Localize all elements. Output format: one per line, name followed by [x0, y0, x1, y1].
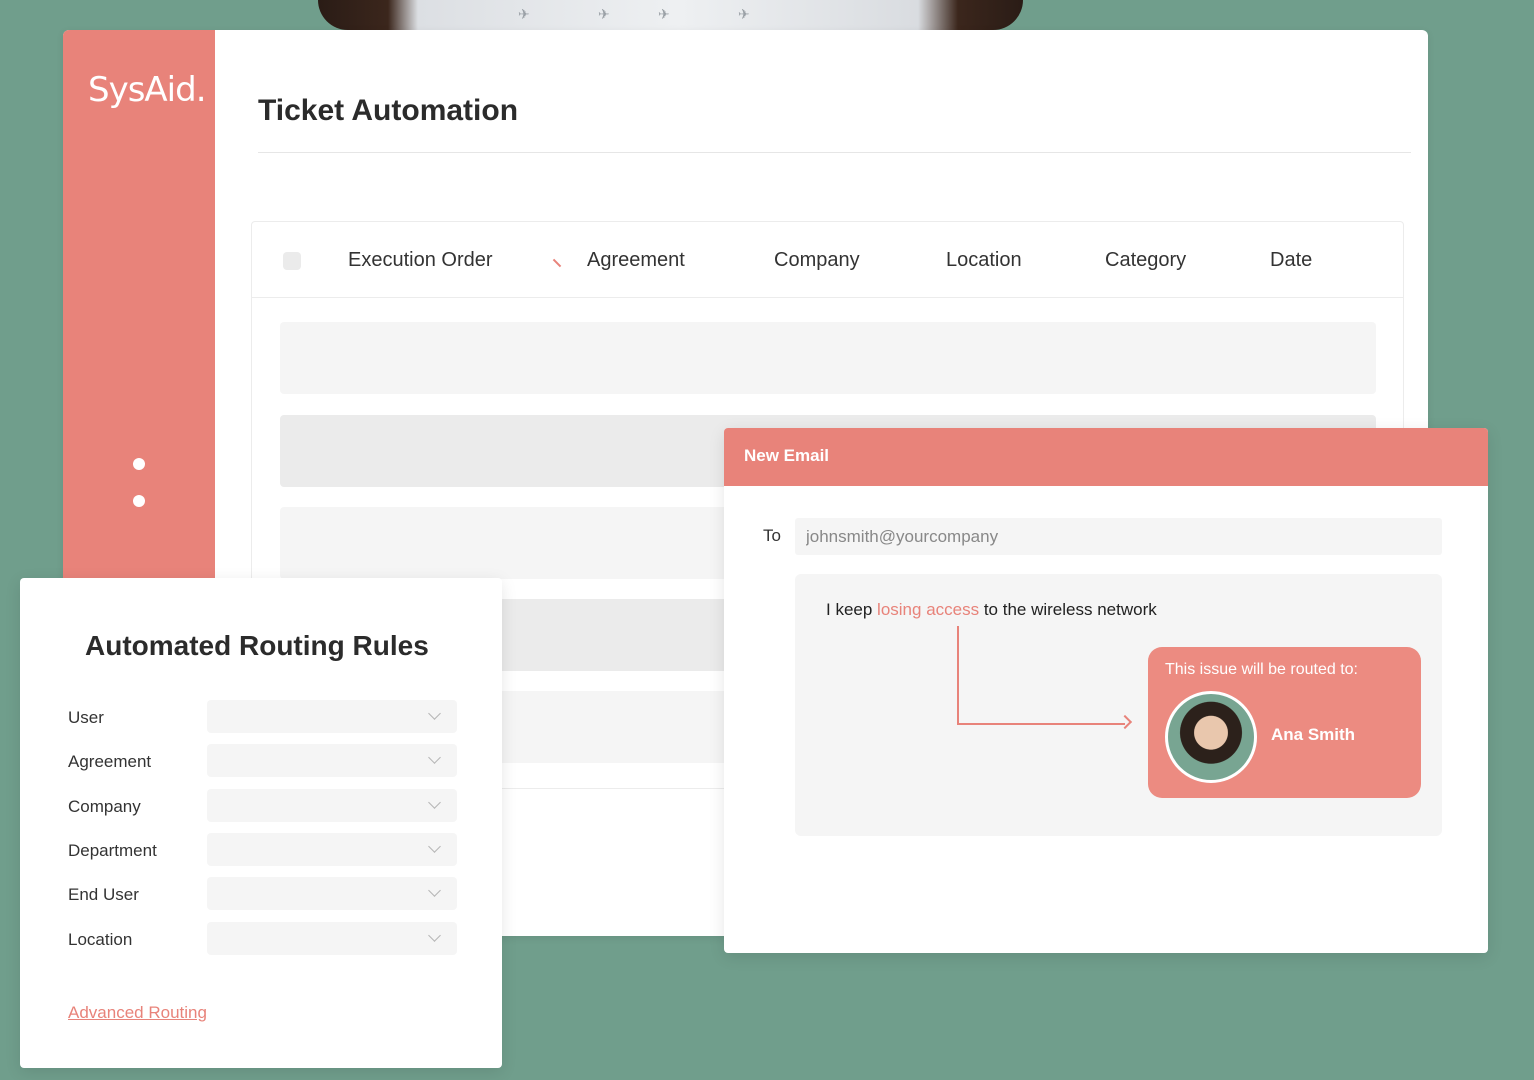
routing-result-card: This issue will be routed to: Ana Smith — [1148, 647, 1421, 798]
agreement-select[interactable] — [207, 744, 457, 777]
avatar — [1165, 691, 1257, 783]
column-header-location[interactable]: Location — [946, 249, 1022, 272]
chevron-down-icon — [428, 707, 441, 720]
chevron-down-icon — [428, 796, 441, 809]
arrow-right-icon — [1117, 714, 1133, 730]
highlighted-phrase: losing access — [877, 600, 980, 619]
column-header-agreement[interactable]: Agreement — [587, 249, 685, 272]
new-email-panel: New Email To I keep losing access to the… — [724, 428, 1488, 953]
shirt-pattern-icon: ✈ — [738, 6, 750, 22]
rule-label-end-user: End User — [68, 885, 139, 904]
company-select[interactable] — [207, 789, 457, 822]
divider — [258, 152, 1411, 153]
panel-title: Automated Routing Rules — [85, 630, 429, 661]
sidebar-dot[interactable] — [133, 458, 145, 470]
rule-label-department: Department — [68, 841, 157, 860]
chevron-down-icon — [428, 884, 441, 897]
column-header-date[interactable]: Date — [1270, 249, 1312, 272]
location-select[interactable] — [207, 922, 457, 955]
select-all-checkbox[interactable] — [283, 252, 301, 270]
to-field[interactable] — [795, 518, 1442, 555]
page-title: Ticket Automation — [258, 94, 519, 127]
rule-label-location: Location — [68, 930, 133, 949]
assignee-name: Ana Smith — [1271, 725, 1356, 744]
column-header-company[interactable]: Company — [774, 249, 860, 272]
routing-connector — [957, 626, 959, 725]
email-header-title: New Email — [744, 446, 830, 465]
column-header-execution-order[interactable]: Execution Order — [348, 249, 493, 272]
chevron-down-icon — [428, 929, 441, 942]
end-user-select[interactable] — [207, 877, 457, 910]
rule-label-company: Company — [68, 797, 141, 816]
chevron-down-icon — [428, 751, 441, 764]
user-select[interactable] — [207, 700, 457, 733]
chevron-down-icon — [428, 840, 441, 853]
routing-connector — [957, 723, 1125, 725]
routing-result-title: This issue will be routed to: — [1165, 661, 1358, 678]
sysaid-logo: SysAid. — [88, 70, 207, 110]
table-row[interactable] — [280, 322, 1376, 394]
message-body[interactable]: I keep losing access to the wireless net… — [795, 574, 1442, 836]
rule-label-user: User — [68, 708, 104, 727]
column-header-category[interactable]: Category — [1105, 249, 1186, 272]
routing-rules-panel: Automated Routing Rules User Agreement C… — [20, 578, 502, 1068]
shirt-pattern-icon: ✈ — [598, 6, 610, 22]
email-header: New Email — [724, 428, 1488, 486]
rule-label-agreement: Agreement — [68, 752, 152, 771]
hero-photo: ✈ ✈ ✈ ✈ — [318, 0, 1023, 30]
department-select[interactable] — [207, 833, 457, 866]
shirt-pattern-icon: ✈ — [658, 6, 670, 22]
shirt-pattern-icon: ✈ — [518, 6, 530, 22]
sort-indicator-icon[interactable] — [552, 258, 562, 268]
sidebar-dot[interactable] — [133, 495, 145, 507]
to-label: To — [763, 526, 781, 545]
table-header: Execution Order Agreement Company Locati… — [252, 222, 1403, 298]
message-text: I keep losing access to the wireless net… — [826, 600, 1157, 619]
advanced-routing-link[interactable]: Advanced Routing — [68, 1003, 207, 1023]
